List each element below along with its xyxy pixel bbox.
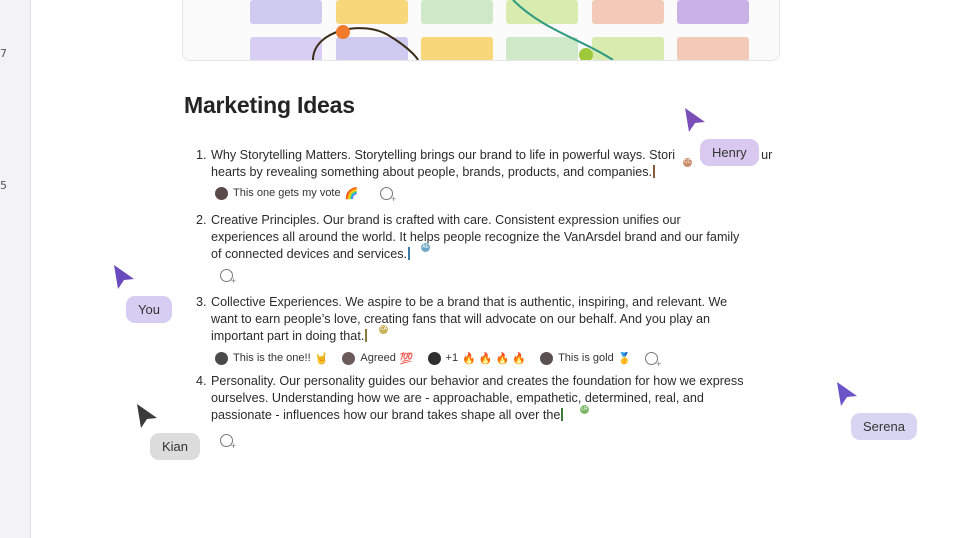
list-item[interactable]: 1. Why Storytelling Matters. Storytellin…	[196, 147, 781, 181]
item-text[interactable]: Creative Principles. Our brand is crafte…	[211, 212, 781, 229]
reaction-chip[interactable]: +1 🔥 🔥 🔥 🔥	[427, 351, 527, 365]
text-caret	[561, 408, 564, 422]
list-number: 4.	[196, 374, 207, 388]
reaction-bar: This is the one!! 🤘 Agreed 💯 +1 🔥 🔥 🔥 🔥 …	[215, 350, 661, 369]
add-reaction-icon[interactable]	[220, 433, 236, 451]
list-number: 2.	[196, 213, 207, 227]
henry-cursor-icon	[685, 108, 705, 132]
item-text[interactable]: passionate - influences how our brand ta…	[211, 408, 560, 422]
avatar	[215, 351, 228, 365]
board-ink-strokes	[312, 0, 614, 60]
reaction-emoji: 🤘	[314, 352, 329, 365]
rail-number: 7	[0, 47, 7, 60]
add-reaction-icon[interactable]	[380, 186, 396, 204]
whiteboard-embed[interactable]	[182, 0, 780, 61]
reaction-chip[interactable]: This is gold 🥇	[540, 351, 632, 365]
item-text[interactable]: Personality. Our personality guides our …	[211, 373, 781, 390]
list-item[interactable]: 2. Creative Principles. Our brand is cra…	[196, 212, 781, 264]
reaction-bar: This one gets my vote 🌈	[215, 185, 396, 204]
reaction-chip[interactable]: Agreed 💯	[342, 351, 414, 365]
reaction-emoji: 🔥 🔥 🔥 🔥	[462, 352, 527, 365]
collaborator-badge: AE	[421, 243, 430, 252]
item-text[interactable]: of connected devices and services.	[211, 247, 407, 261]
reaction-chip[interactable]: This one gets my vote 🌈	[215, 186, 359, 200]
list-number: 1.	[196, 148, 207, 162]
serena-cursor-label: Serena	[851, 413, 917, 440]
reaction-emoji: 🌈	[344, 187, 359, 200]
collaborator-badge: LR	[580, 405, 589, 414]
item-text[interactable]: important part in doing that.	[211, 329, 364, 343]
avatar	[342, 351, 356, 365]
add-reaction-icon[interactable]	[220, 268, 236, 286]
reaction-emoji: 🥇	[617, 352, 632, 365]
item-text[interactable]: Why Storytelling Matters. Storytelling b…	[211, 148, 675, 162]
reaction-label: This one gets my vote	[233, 187, 341, 199]
list-item[interactable]: 4. Personality. Our personality guides o…	[196, 373, 781, 425]
you-cursor-label: You	[126, 296, 172, 323]
reaction-label: Agreed	[360, 352, 396, 364]
reaction-label: +1	[445, 352, 459, 364]
text-caret	[408, 247, 411, 261]
you-cursor-icon	[114, 265, 134, 289]
text-caret	[653, 165, 656, 179]
list-item[interactable]: 3. Collective Experiences. We aspire to …	[196, 294, 781, 346]
left-rail: 7 5	[0, 0, 31, 538]
text-caret	[365, 329, 368, 343]
kian-cursor-label: Kian	[150, 433, 201, 460]
item-text[interactable]: experiences all around the world. It hel…	[211, 229, 781, 246]
avatar	[427, 351, 441, 365]
serena-cursor-icon	[837, 382, 857, 406]
reaction-label: This is gold	[558, 352, 614, 364]
reaction-label: This is the one!!	[233, 352, 311, 364]
avatar	[540, 351, 554, 365]
henry-cursor-label: Henry	[700, 139, 759, 166]
list-number: 3.	[196, 295, 207, 309]
page-title: Marketing Ideas	[184, 92, 355, 118]
item-text[interactable]: Collective Experiences. We aspire to be …	[211, 294, 781, 311]
item-text[interactable]: want to earn people’s love, creating fan…	[211, 311, 781, 328]
reaction-chip[interactable]: This is the one!! 🤘	[215, 351, 329, 365]
reaction-bar	[215, 432, 236, 451]
item-text[interactable]: ur	[761, 148, 772, 162]
add-reaction-icon[interactable]	[645, 351, 661, 369]
collaborator-badge: CC	[683, 158, 692, 167]
reaction-emoji: 💯	[399, 352, 414, 365]
collaborator-badge: CA	[379, 325, 388, 334]
reaction-bar	[215, 267, 236, 286]
rail-number: 5	[0, 179, 7, 192]
item-text[interactable]: hearts by revealing something about peop…	[211, 165, 652, 179]
kian-cursor-icon	[137, 404, 157, 428]
avatar	[215, 186, 228, 200]
item-text[interactable]: ourselves. Understanding how we are - ap…	[211, 390, 781, 407]
